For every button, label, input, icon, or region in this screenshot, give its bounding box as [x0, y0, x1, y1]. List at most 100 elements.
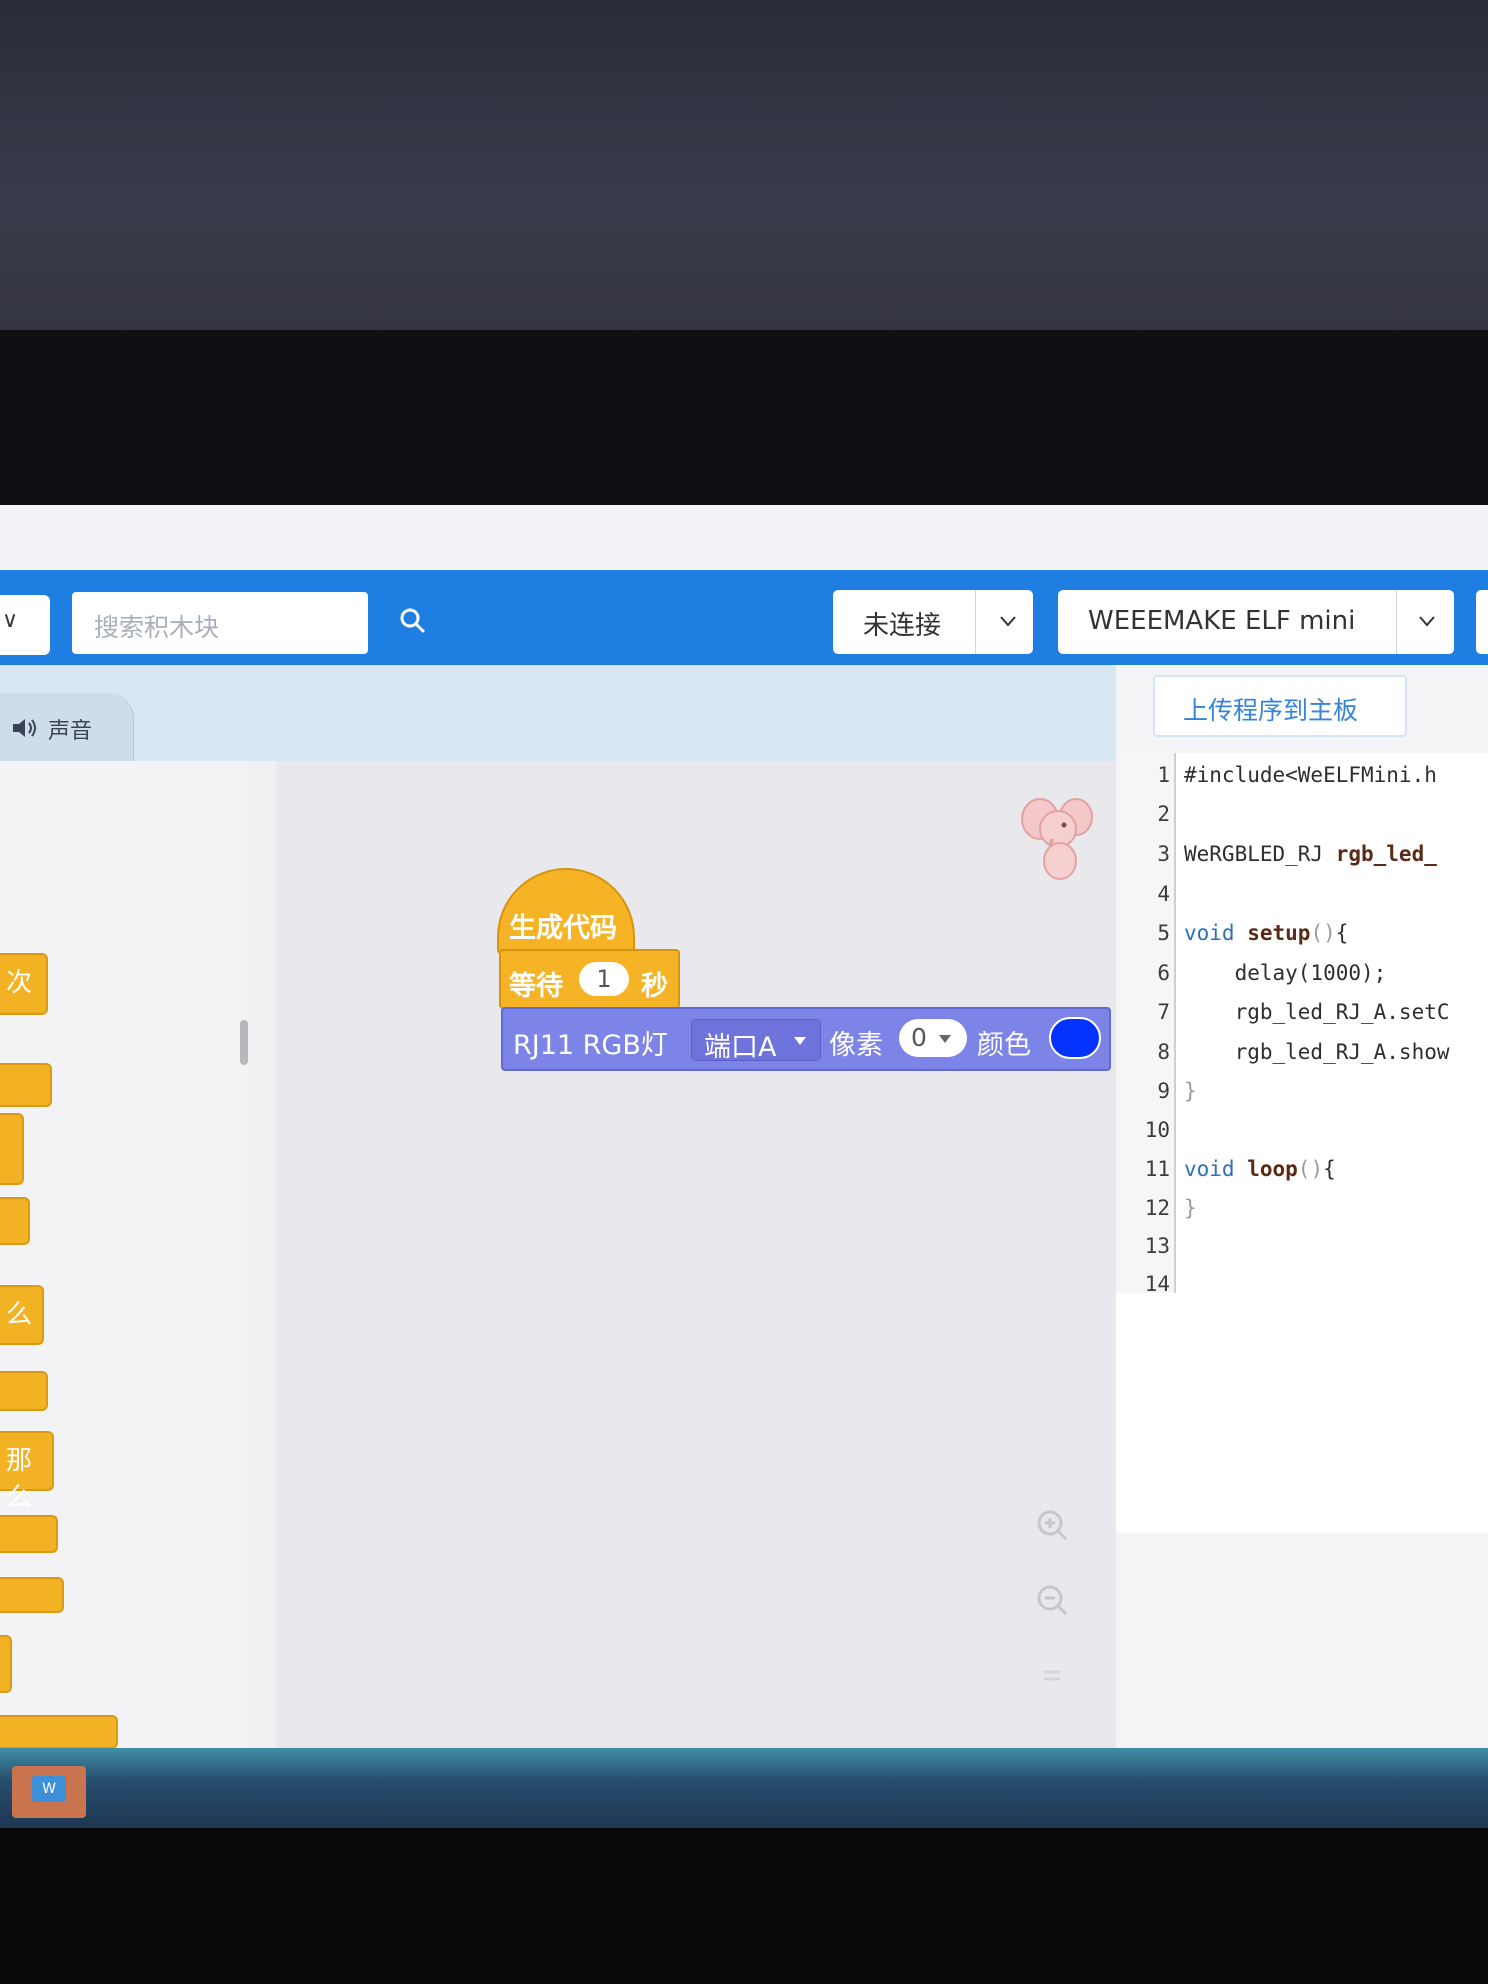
code-line: #include<WeELFMini.h — [1184, 763, 1437, 787]
caret-down-icon — [939, 1035, 951, 1043]
tab-sound-label: 声音 — [48, 719, 93, 744]
line-number: 8 — [1157, 1040, 1170, 1064]
line-number: 2 — [1157, 802, 1170, 826]
palette-block[interactable]: 那么 — [0, 1431, 54, 1513]
chevron-down-icon: ∨ — [2, 608, 19, 633]
palette-block-label: 次 — [6, 968, 33, 998]
code-line: } — [1184, 1196, 1197, 1220]
line-number: 6 — [1157, 961, 1170, 985]
word-icon: W — [32, 1776, 66, 1802]
line-gutter: 1 2 3 4 5 6 7 8 9 10 11 12 13 14 — [1116, 753, 1176, 1296]
code-keyword: void — [1184, 921, 1248, 945]
taskbar-app-button[interactable]: W — [12, 1766, 86, 1818]
code-brace: { — [1323, 1157, 1336, 1181]
search-placeholder: 搜索积木块 — [94, 613, 220, 642]
search-icon[interactable] — [392, 600, 434, 642]
upload-button-label: 上传程序到主板 — [1183, 696, 1359, 725]
code-editor[interactable]: 1 2 3 4 5 6 7 8 9 10 11 12 13 14 #includ… — [1116, 753, 1488, 1533]
code-parens: () — [1297, 1157, 1324, 1181]
line-number: 7 — [1157, 1000, 1170, 1024]
line-number: 9 — [1157, 1079, 1170, 1103]
line-number: 4 — [1157, 882, 1170, 906]
mode-dropdown[interactable]: ∨ — [0, 595, 50, 655]
board-dropdown[interactable]: WEEEMAKE ELF mini — [1058, 590, 1454, 654]
palette-block[interactable] — [0, 1515, 58, 1553]
category-tabbar: 声音 — [0, 665, 1140, 761]
code-identifier: rgb_led_ — [1335, 842, 1437, 866]
line-number: 10 — [1144, 1118, 1170, 1142]
palette-block-label: 那么 — [6, 1446, 33, 1513]
wait-block-label: 等待 — [509, 971, 563, 1002]
palette-block-label: 么 — [6, 1300, 33, 1330]
palette-block[interactable] — [0, 1371, 48, 1411]
zoom-in-icon[interactable] — [1032, 1505, 1072, 1545]
color-picker[interactable] — [1049, 1017, 1101, 1059]
line-number: 3 — [1157, 842, 1170, 866]
zoom-reset-icon[interactable] — [1032, 1655, 1072, 1695]
palette-block[interactable]: 次 — [0, 953, 48, 1015]
search-input[interactable]: 搜索积木块 — [72, 592, 368, 654]
line-number: 14 — [1144, 1272, 1170, 1296]
code-function: loop — [1247, 1157, 1298, 1181]
wait-unit-label: 秒 — [641, 971, 668, 1002]
rgb-block-label: RJ11 RGB灯 — [513, 1030, 668, 1061]
monitor-bezel-bottom — [0, 1828, 1488, 1984]
taskbar: W — [0, 1748, 1488, 1830]
code-line: void setup(){ — [1184, 921, 1348, 945]
palette-block[interactable] — [0, 1635, 12, 1693]
toolbar-button-partial[interactable] — [1476, 590, 1488, 654]
palette-block[interactable] — [0, 1063, 52, 1107]
app-window: ∨ 搜索积木块 未连接 WEEEMAKE ELF mini 声音 次 么 那么 … — [0, 505, 1488, 1830]
palette-block[interactable]: 么 — [0, 1285, 44, 1345]
port-dropdown[interactable]: 端口A — [691, 1019, 821, 1063]
wait-seconds-value: 1 — [596, 965, 612, 993]
palette-flyout-edge — [248, 761, 277, 1761]
code-line: rgb_led_RJ_A.show — [1184, 1040, 1450, 1064]
palette-block[interactable] — [0, 1715, 118, 1749]
block-workspace[interactable] — [276, 761, 1116, 1761]
caret-down-icon — [794, 1037, 806, 1045]
upload-button[interactable]: 上传程序到主板 — [1153, 675, 1407, 737]
code-parens: () — [1310, 921, 1336, 945]
code-line: } — [1184, 1079, 1197, 1103]
divider — [975, 590, 976, 654]
divider — [1396, 590, 1397, 654]
hat-block-label: 生成代码 — [509, 913, 617, 944]
line-number: 5 — [1157, 921, 1170, 945]
color-label: 颜色 — [977, 1030, 1031, 1061]
code-line: rgb_led_RJ_A.setC — [1184, 1000, 1450, 1024]
palette-scrollbar[interactable] — [240, 1020, 248, 1065]
palette-block[interactable] — [0, 1577, 64, 1613]
code-brace: { — [1335, 921, 1349, 945]
connection-dropdown[interactable]: 未连接 — [833, 590, 1033, 654]
palette-block[interactable] — [0, 1197, 30, 1245]
code-line: void loop(){ — [1184, 1157, 1336, 1181]
wait-seconds-input[interactable]: 1 — [579, 962, 629, 996]
line-number: 11 — [1144, 1157, 1170, 1181]
code-function: setup — [1247, 921, 1311, 945]
palette-block[interactable] — [0, 1113, 24, 1185]
line-number: 13 — [1144, 1234, 1170, 1258]
code-line: delay(1000); — [1184, 961, 1387, 985]
toolbar: ∨ 搜索积木块 未连接 WEEEMAKE ELF mini — [0, 570, 1488, 665]
mascot-icon — [1018, 793, 1098, 885]
port-value: 端口A — [704, 1032, 777, 1063]
board-name: WEEEMAKE ELF mini — [1088, 606, 1356, 636]
monitor-bezel-top — [0, 330, 1488, 510]
pixel-dropdown[interactable]: 0 — [899, 1019, 967, 1057]
code-type: WeRGBLED_RJ — [1184, 842, 1336, 866]
line-number: 12 — [1144, 1196, 1170, 1220]
chevron-down-icon — [1414, 608, 1440, 634]
code-keyword: void — [1184, 1157, 1248, 1181]
chevron-down-icon — [995, 608, 1021, 634]
wait-block[interactable]: 等待 1 秒 — [499, 949, 680, 1009]
pixel-value: 0 — [911, 1023, 927, 1052]
code-line: WeRGBLED_RJ rgb_led_ — [1184, 842, 1437, 866]
rgb-led-block[interactable]: RJ11 RGB灯 端口A 像素 0 颜色 — [501, 1007, 1111, 1071]
background-wall — [0, 0, 1488, 340]
zoom-out-icon[interactable] — [1032, 1580, 1072, 1620]
window-top-strip — [0, 505, 1488, 570]
speaker-icon — [10, 715, 40, 741]
connection-status: 未连接 — [863, 611, 942, 641]
tab-sound[interactable]: 声音 — [0, 693, 134, 761]
